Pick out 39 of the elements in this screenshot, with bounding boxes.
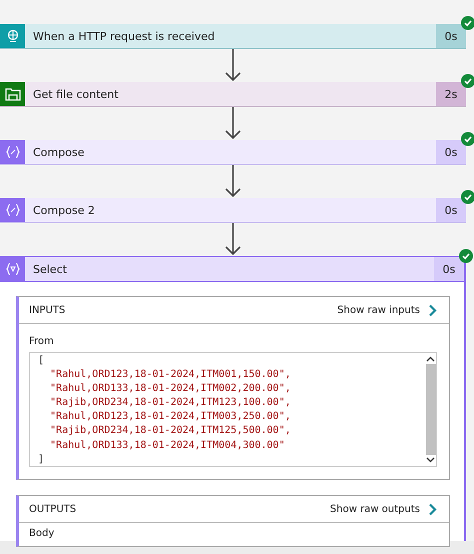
scroll-down-icon[interactable] bbox=[426, 457, 435, 463]
step-header[interactable]: Select 0s bbox=[0, 257, 464, 282]
scrollbar-thumb[interactable] bbox=[426, 364, 436, 455]
step-title: Get file content bbox=[32, 88, 120, 100]
scroll-up-icon[interactable] bbox=[426, 356, 435, 362]
code-box[interactable] bbox=[29, 352, 437, 467]
step-title: Compose bbox=[32, 146, 86, 158]
duration-label: 0s bbox=[436, 24, 466, 48]
code-line: "Rajib,ORD234,18-01-2024,ITM123,100.00", bbox=[49, 396, 292, 410]
code-line: "Rahul,ORD133,18-01-2024,ITM002,200.00", bbox=[49, 382, 292, 396]
duration-label: 0s bbox=[434, 257, 464, 281]
chevron-right-icon[interactable] bbox=[428, 304, 437, 316]
code-line: ] bbox=[38, 452, 46, 466]
step-title: Select bbox=[32, 262, 68, 276]
arrow-icon bbox=[225, 223, 241, 256]
field-label: Body bbox=[29, 528, 56, 539]
show-raw-outputs-link[interactable]: Show raw outputs bbox=[330, 504, 420, 514]
panel-title: INPUTS bbox=[29, 304, 66, 316]
step-header[interactable]: Compose 0s bbox=[0, 140, 466, 165]
code-line: "Rahul,ORD133,18-01-2024,ITM004,300.00" bbox=[49, 438, 286, 452]
code-line: [ bbox=[38, 354, 46, 368]
code-line: "Rajib,ORD234,18-01-2024,ITM125,500.00", bbox=[49, 424, 292, 438]
chevron-right-icon[interactable] bbox=[428, 502, 437, 516]
show-raw-inputs-link[interactable]: Show raw inputs bbox=[337, 304, 420, 316]
step-header[interactable]: Get file content 2s bbox=[0, 82, 466, 107]
step-header[interactable]: When a HTTP request is received 0s bbox=[0, 24, 466, 49]
arrow-icon bbox=[225, 165, 241, 198]
panel-title: OUTPUTS bbox=[29, 504, 78, 514]
arrow-icon bbox=[225, 107, 241, 140]
step-title: Compose 2 bbox=[32, 204, 96, 216]
duration-label: 0s bbox=[436, 198, 466, 222]
step-title: When a HTTP request is received bbox=[32, 30, 216, 42]
duration-label: 0s bbox=[436, 140, 466, 164]
duration-label: 2s bbox=[436, 82, 466, 106]
step-header[interactable]: Compose 2 0s bbox=[0, 198, 466, 223]
code-line: "Rahul,ORD123,18-01-2024,ITM003,250.00", bbox=[49, 410, 292, 424]
arrow-icon bbox=[225, 49, 241, 82]
field-label: From bbox=[29, 336, 55, 347]
code-line: "Rahul,ORD123,18-01-2024,ITM001,150.00", bbox=[49, 368, 292, 382]
